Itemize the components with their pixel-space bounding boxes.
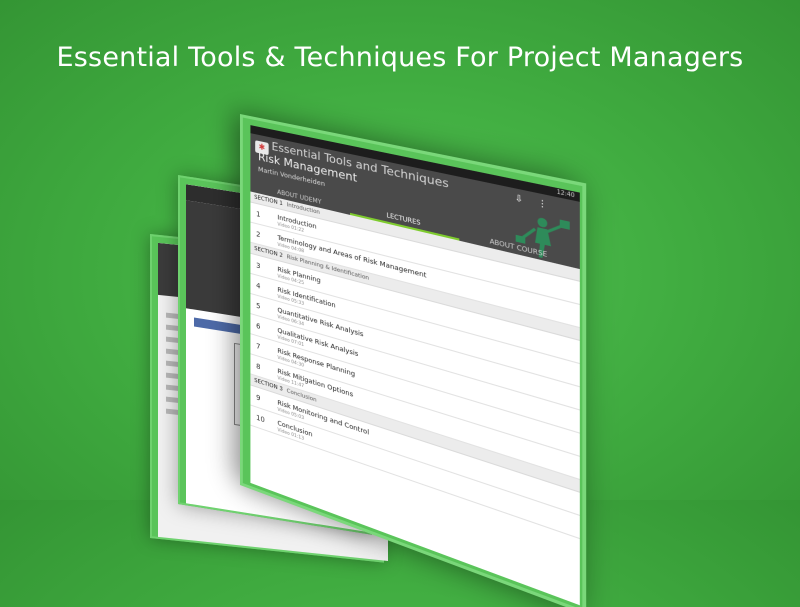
overflow-menu-icon[interactable]: ⋮ [538, 198, 548, 210]
download-icon[interactable]: ⇩ [515, 193, 523, 205]
device-stage: 12:40 ✱ Essential Tools and Techniques R… [0, 0, 800, 607]
